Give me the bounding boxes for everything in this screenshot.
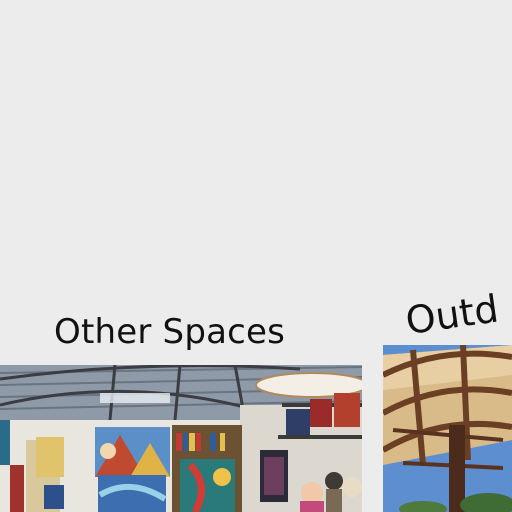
- gallery-page: Other Spaces Outd: [0, 0, 512, 512]
- art-studio-photo[interactable]: [0, 365, 362, 512]
- outdoor-pergola-photo[interactable]: [383, 345, 512, 512]
- card-title-other-spaces[interactable]: Other Spaces: [54, 312, 285, 352]
- card-title-outdoor[interactable]: Outd: [403, 286, 501, 343]
